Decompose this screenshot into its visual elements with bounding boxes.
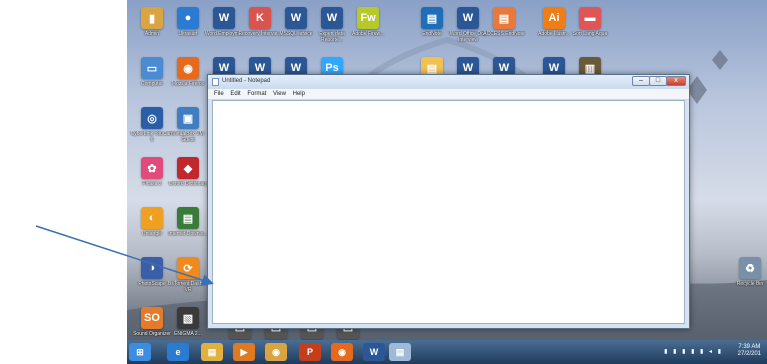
desktop-icon-adobe-firew[interactable]: Fw Adobe Firew... xyxy=(345,6,391,54)
menu-file[interactable]: File xyxy=(214,91,224,97)
taskbar: ⊞ e ▤ ▶ ◉ P ◉ W ▤ ▮ ▮ ▮ ▮ ▮ ◂ ▮ 7:39 AM 27/2/201 xyxy=(127,340,767,364)
shortcut-icon: ▤ xyxy=(421,7,443,29)
notepad-window[interactable]: Untitled - Notepad – □ x File Edit Forma… xyxy=(207,74,690,329)
menu-view[interactable]: View xyxy=(273,91,286,97)
shortcut-icon: ▣ xyxy=(177,107,199,129)
shortcut-icon: ◎ xyxy=(141,107,163,129)
system-tray[interactable]: ▮ ▮ ▮ ▮ ▮ ◂ ▮ xyxy=(664,348,723,355)
close-button[interactable]: x xyxy=(666,76,686,86)
desktop-icon-label: VirtualBox VM Guest xyxy=(172,131,204,143)
notepad-menu-bar: File Edit Format View Help xyxy=(208,89,689,100)
menu-format[interactable]: Format xyxy=(247,91,266,97)
shortcut-icon: ⟳ xyxy=(177,257,199,279)
taskbar-word[interactable]: W xyxy=(363,343,385,361)
notepad-title: Untitled - Notepad xyxy=(222,78,271,84)
clock-date: 27/2/201 xyxy=(737,351,761,357)
desktop: ▮ Admin ● Ultrasurf W Word Employm... K Recover… xyxy=(127,0,767,364)
notepad-text-area[interactable] xyxy=(212,100,685,324)
minimize-button[interactable]: – xyxy=(632,76,650,86)
taskbar-firefox[interactable]: ◉ xyxy=(331,343,353,361)
taskbar-powerpoint[interactable]: P xyxy=(299,343,321,361)
taskbar-ie[interactable]: e xyxy=(167,343,189,361)
shortcut-icon: ◐ xyxy=(141,207,163,229)
start-button[interactable]: ⊞ xyxy=(129,343,151,361)
shortcut-icon: ◉ xyxy=(177,57,199,79)
shortcut-icon: W xyxy=(285,7,307,29)
shortcut-icon: W xyxy=(457,7,479,29)
shortcut-icon: ◑ xyxy=(141,257,163,279)
shortcut-icon: K xyxy=(249,7,271,29)
desktop-icon-internet-downlo[interactable]: ▤ Internet Downlo... xyxy=(165,206,211,254)
taskbar-notepad[interactable]: ▤ xyxy=(389,343,411,361)
shortcut-icon: Fw xyxy=(357,7,379,29)
shortcut-icon: ▮ xyxy=(141,7,163,29)
shortcut-icon: SO xyxy=(141,307,163,329)
desktop-icon-label: Adobe Firew... xyxy=(352,31,384,37)
desktop-icon-bittorrent-dash-vr[interactable]: ⟳ BitTorrent Dash ... VR xyxy=(165,256,211,304)
shortcut-icon: W xyxy=(321,7,343,29)
shortcut-icon: ▧ xyxy=(177,307,199,329)
taskbar-chrome[interactable]: ◉ xyxy=(265,343,287,361)
desktop-icon-oxford-dictionary[interactable]: ◆ Oxford Dictionary xyxy=(165,156,211,204)
shortcut-icon: ◆ xyxy=(177,157,199,179)
notepad-app-icon xyxy=(212,78,219,86)
desktop-icon-label: Internet Downlo... xyxy=(168,231,208,237)
desktop-icon-label: Sort Lang Aqua xyxy=(572,31,608,37)
desktop-icon-access-endnote[interactable]: ▤ ACCESS EndNote xyxy=(481,6,527,54)
taskbar-media[interactable]: ▶ xyxy=(233,343,255,361)
menu-help[interactable]: Help xyxy=(293,91,305,97)
shortcut-icon: ▤ xyxy=(493,7,515,29)
shortcut-icon: ● xyxy=(177,7,199,29)
desktop-icon-label: ENIGMA 2... xyxy=(174,331,202,337)
desktop-icon-label: ACCESS EndNote xyxy=(483,31,525,37)
shortcut-icon: W xyxy=(213,7,235,29)
clock[interactable]: 7:39 AM 27/2/201 xyxy=(738,344,761,358)
clock-time: 7:39 AM xyxy=(738,344,761,350)
shortcut-icon: ♻ xyxy=(739,257,761,279)
shortcut-icon: Ai xyxy=(543,7,565,29)
desktop-icon-virtualbox-vm-guest[interactable]: ▣ VirtualBox VM Guest xyxy=(165,106,211,154)
desktop-icon-recycle-bin[interactable]: ♻ Recycle Bin xyxy=(727,256,767,304)
desktop-icon-label: Recycle Bin xyxy=(736,281,764,287)
shortcut-icon: ▬ xyxy=(579,7,601,29)
notepad-title-bar[interactable]: Untitled - Notepad – □ x xyxy=(208,75,689,89)
maximize-button[interactable]: □ xyxy=(649,76,667,86)
shortcut-icon: ▭ xyxy=(141,57,163,79)
desktop-icon-label: BitTorrent Dash ... VR xyxy=(167,281,208,293)
shortcut-icon: ▤ xyxy=(177,207,199,229)
desktop-icon-label: Oxford Dictionary xyxy=(168,181,208,187)
desktop-icon-sort-lang-aqua[interactable]: ▬ Sort Lang Aqua xyxy=(567,6,613,54)
shortcut-icon: ✿ xyxy=(141,157,163,179)
menu-edit[interactable]: Edit xyxy=(230,91,240,97)
taskbar-explorer[interactable]: ▤ xyxy=(201,343,223,361)
